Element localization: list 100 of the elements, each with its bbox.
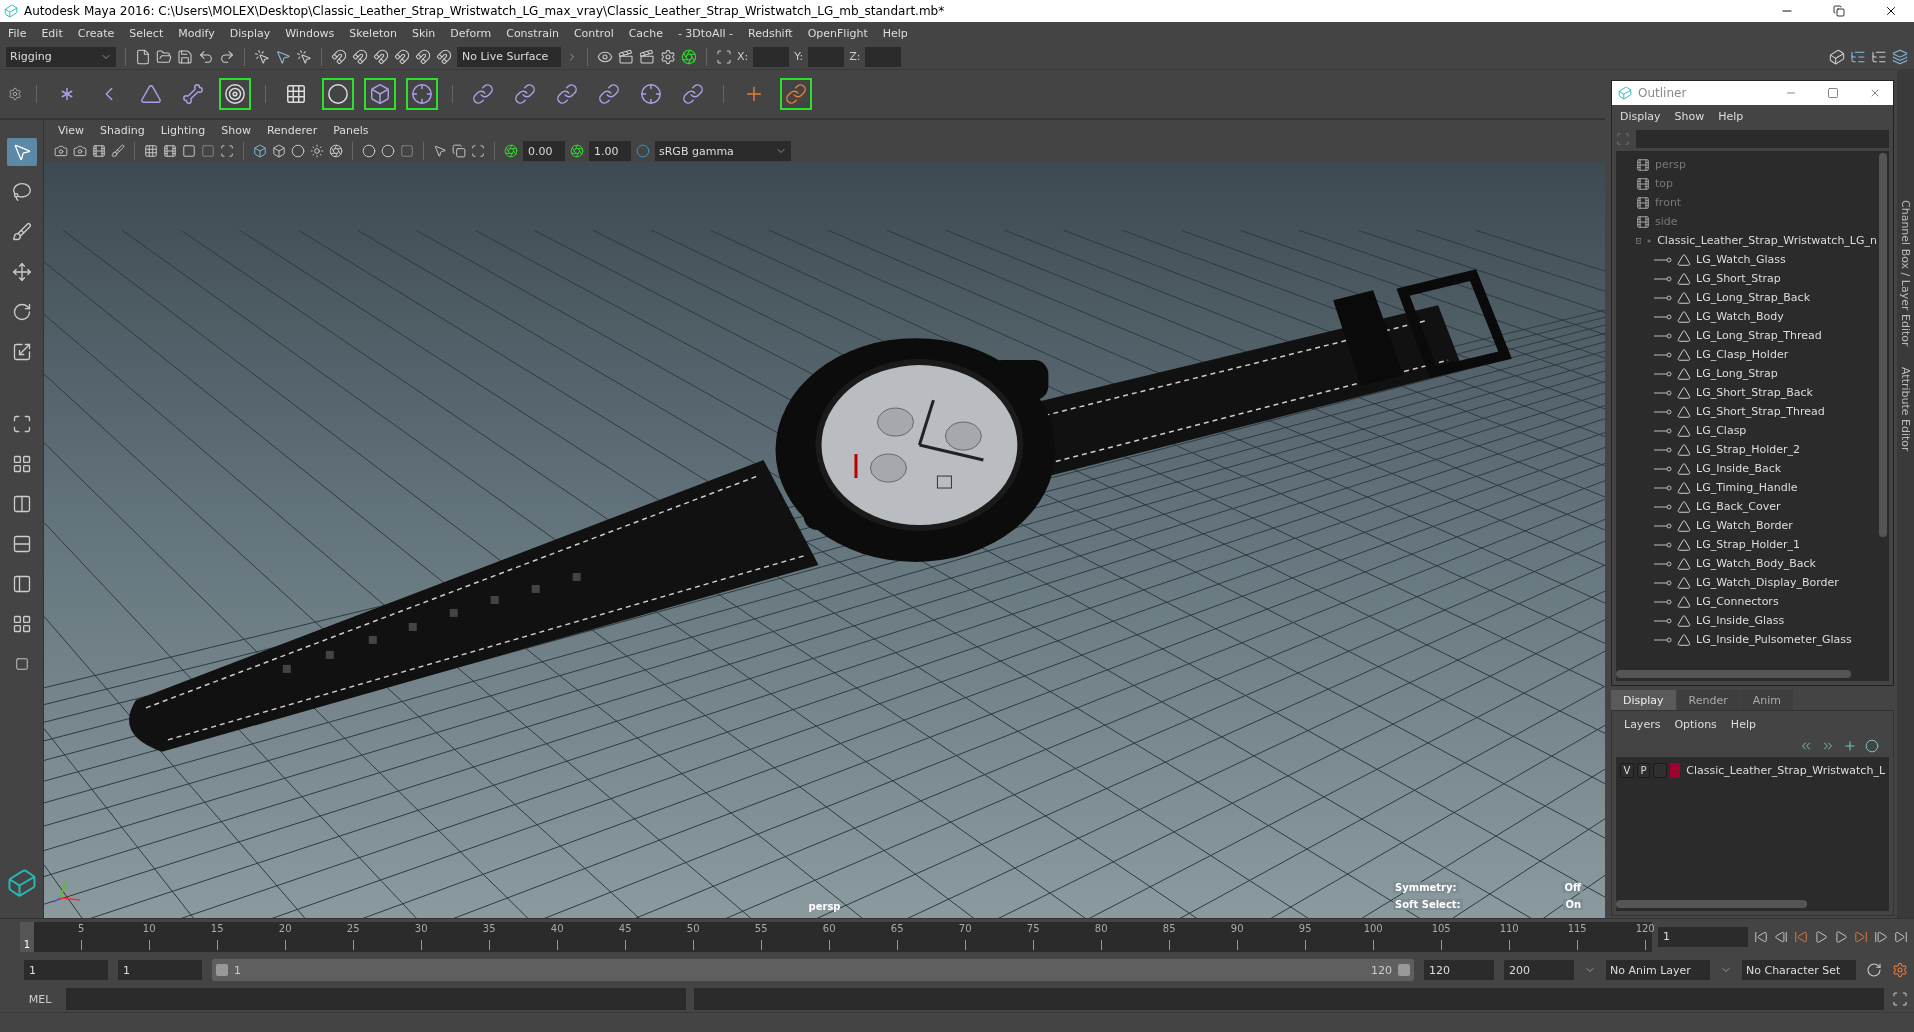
close-icon[interactable] [1884,4,1898,18]
move-layer-up-icon[interactable] [1799,739,1813,753]
mesh-icon[interactable] [1677,385,1691,400]
gamma-icon[interactable] [570,144,584,158]
range-slider-bar[interactable]: 1 120 [212,959,1414,981]
start-frame-field[interactable]: 1 [24,960,108,980]
playback-start-field[interactable]: 1 [118,960,202,980]
scale-constraint-icon[interactable] [598,83,620,105]
select-object-icon[interactable] [275,48,291,65]
outliner-menu-item[interactable]: Show [1674,109,1705,123]
layer-name[interactable]: Classic_Leather_Strap_Wristwatch_L [1686,763,1885,777]
hypershade-icon[interactable] [681,48,697,65]
end-frame-field[interactable]: 200 [1504,960,1574,980]
outliner-item[interactable]: LG_Back_Cover [1696,500,1781,513]
outliner-item[interactable]: LG_Inside_Glass [1696,614,1785,627]
modeling-toolkit-icon[interactable] [1829,48,1845,65]
outliner-item[interactable]: LG_Connectors [1696,595,1779,608]
live-surface-field[interactable]: No Live Surface [457,46,561,67]
link-icon[interactable] [472,83,494,105]
menu-item[interactable]: Skin [411,26,436,40]
undo-icon[interactable] [198,48,214,65]
menu-item[interactable]: Modify [178,26,215,40]
outliner-item[interactable]: LG_Inside_Back [1696,462,1782,475]
mesh-icon[interactable] [1677,613,1691,628]
go-to-end-icon[interactable] [1894,929,1908,944]
mesh-icon[interactable] [1677,328,1691,343]
image-plane-icon[interactable] [111,144,125,158]
camera-attributes-icon[interactable] [73,144,87,158]
mesh-icon[interactable] [1677,442,1691,457]
scrollbar[interactable] [1616,897,1889,911]
add-to-layer-icon[interactable] [1865,739,1879,753]
mesh-icon[interactable] [1677,309,1691,324]
command-language-label[interactable]: MEL [22,992,58,1006]
layer-menu-item[interactable]: Layers [1624,717,1661,731]
panel-menu-item[interactable]: Panels [333,123,369,137]
new-layer-icon[interactable] [1843,739,1857,753]
move-layer-down-icon[interactable] [1821,739,1835,753]
mesh-icon[interactable] [1677,518,1691,533]
xray-joints-icon[interactable] [471,144,485,158]
command-input[interactable] [66,988,686,1010]
gamma-field[interactable]: 1.00 [589,141,631,161]
snap-point-icon[interactable] [373,48,389,65]
restore-icon[interactable] [1833,5,1845,17]
outliner-item[interactable]: LG_Watch_Body [1696,310,1784,323]
layer-menu-item[interactable]: Help [1730,717,1756,731]
auto-key-icon[interactable] [1866,962,1882,978]
bone-icon[interactable] [182,83,204,105]
redo-icon[interactable] [219,48,235,65]
wireframe-icon[interactable] [253,144,267,158]
mesh-icon[interactable] [1677,594,1691,609]
mesh-icon[interactable] [1677,556,1691,571]
maximize-icon[interactable] [1827,87,1839,99]
script-editor-icon[interactable] [1892,991,1908,1007]
cage-icon[interactable] [369,83,391,105]
layer-tab[interactable]: Display [1611,690,1676,710]
single-view-icon[interactable] [11,414,32,434]
save-icon[interactable] [177,48,193,65]
layer-menu-item[interactable]: Options [1674,717,1717,731]
menu-set-dropdown[interactable]: Rigging [6,46,116,67]
snap-grid-icon[interactable] [331,48,347,65]
menu-item[interactable]: Windows [285,26,335,40]
outliner-menu-item[interactable]: Help [1718,109,1744,123]
step-back-icon[interactable] [1774,929,1788,944]
mesh-icon[interactable] [1677,290,1691,305]
outliner-item[interactable]: LG_Clasp [1696,424,1747,437]
panel-menu-item[interactable]: Lighting [160,123,206,137]
current-frame-field[interactable]: 1 [1658,926,1748,947]
maya-logo-icon[interactable] [6,868,37,898]
outliner-item[interactable]: LG_Strap_Holder_2 [1696,443,1801,456]
time-slider[interactable]: 1 5 10 15 20 25 30 35 40 45 50 55 60 65 70 75 80 85 90 95 100 105 110 115 120 [20,921,1652,952]
shelf-settings-icon[interactable] [8,87,22,101]
current-frame-marker[interactable]: 1 [20,921,34,952]
character-set-dropdown[interactable]: No Character Set [1742,960,1856,980]
paint-brush-icon[interactable] [11,222,32,242]
previous-key-icon[interactable] [1794,929,1808,944]
outliner-item[interactable]: LG_Strap_Holder_1 [1696,538,1801,551]
anim-layer-dropdown[interactable]: No Anim Layer [1606,960,1710,980]
panel-menu-item[interactable]: Shading [100,123,145,137]
film-gate-icon[interactable] [163,144,177,158]
outliner-item[interactable]: LG_Timing_Handle [1696,481,1798,494]
menu-item[interactable]: Cache [628,26,663,40]
mesh-icon[interactable] [1677,347,1691,362]
ik-handle-icon[interactable] [785,83,807,105]
outliner-item[interactable]: LG_Short_Strap_Thread [1696,405,1825,418]
slider-handle[interactable] [216,964,228,976]
outliner-item[interactable]: Classic_Leather_Strap_Wristwatch_LG_n [1657,234,1877,247]
sphere-icon[interactable] [327,83,349,105]
exposure-icon[interactable] [504,144,518,158]
mesh-icon[interactable] [1677,480,1691,495]
transform-icon[interactable] [716,48,732,65]
isolate-select-icon[interactable] [433,144,447,158]
render-settings-icon[interactable] [660,48,676,65]
four-view-icon[interactable] [11,454,32,474]
menu-item[interactable]: Display [229,26,271,40]
scale-icon[interactable] [11,342,32,362]
menu-item[interactable]: Deform [450,26,492,40]
mesh-icon[interactable] [1677,499,1691,514]
scrollbar[interactable] [1616,667,1889,681]
mesh-icon[interactable] [1677,252,1691,267]
visibility-toggle[interactable]: V [1620,762,1634,778]
